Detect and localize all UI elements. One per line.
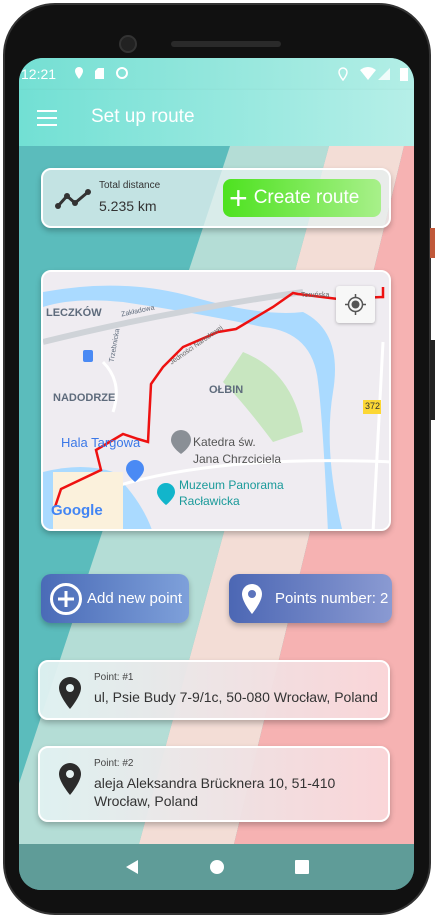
map-poi-label[interactable]: Hala Targowa	[61, 435, 140, 450]
point-address: ul, Psie Budy 7-9/1c, 50-080 Wrocław, Po…	[94, 689, 378, 705]
point-card[interactable]: Point: #2 aleja Aleksandra Brücknera 10,…	[38, 746, 390, 822]
plus-icon: +	[229, 180, 248, 216]
distance-card: Total distance 5.235 km + Create route	[41, 168, 391, 228]
point-label: Point: #2	[94, 758, 134, 769]
road-badge: 372	[365, 401, 381, 411]
map-poi-label[interactable]: Muzeum Panorama	[179, 478, 284, 492]
system-nav-bar	[19, 844, 414, 890]
side-button	[430, 228, 435, 258]
status-icons	[75, 67, 128, 79]
map-label: LECZKÓW	[46, 307, 102, 319]
app-bar: Set up route	[19, 90, 414, 146]
map-poi-label[interactable]: Racławicka	[179, 494, 240, 508]
location-pin-icon	[242, 583, 262, 614]
plus-circle-icon	[50, 582, 82, 615]
map-poi-label[interactable]: Jana Chrzciciela	[193, 452, 281, 466]
point-address: aleja Aleksandra Brücknera 10, 51-410 Wr…	[94, 775, 336, 809]
camera	[119, 35, 137, 53]
status-right-icons	[338, 67, 408, 81]
location-pin-icon	[59, 763, 81, 795]
route-icon	[55, 189, 91, 209]
add-new-point-label: Add new point	[87, 590, 183, 607]
create-route-label: Create route	[253, 187, 360, 208]
create-route-button[interactable]: + Create route	[223, 179, 381, 217]
map-poi-label[interactable]: Katedra św.	[193, 435, 256, 449]
map-label: Toruńska	[301, 292, 330, 299]
speaker	[171, 41, 281, 47]
menu-icon[interactable]	[37, 110, 57, 126]
points-number-label: Points number: 2	[275, 590, 389, 607]
points-number-button[interactable]: Points number: 2	[229, 574, 392, 623]
total-distance-label: Total distance	[99, 180, 161, 191]
total-distance-value: 5.235 km	[99, 198, 157, 214]
home-icon[interactable]	[209, 859, 225, 875]
crosshair-icon	[345, 294, 366, 315]
location-pin-icon	[59, 677, 81, 709]
my-location-button[interactable]	[336, 286, 375, 323]
page-title: Set up route	[91, 106, 195, 127]
map-label: OŁBIN	[209, 384, 244, 396]
recents-icon[interactable]	[294, 859, 310, 875]
map-label: NADODRZE	[53, 392, 116, 404]
screen: 12:21 Set up route Total distance 5.235 …	[19, 58, 414, 890]
map-view[interactable]: LECZKÓW Zakładowa Trzebnicka NADODRZE OŁ…	[41, 270, 391, 531]
back-icon[interactable]	[124, 859, 140, 875]
add-new-point-button[interactable]: Add new point	[41, 574, 189, 623]
google-logo: Google	[51, 502, 103, 519]
point-card[interactable]: Point: #1 ul, Psie Budy 7-9/1c, 50-080 W…	[38, 660, 390, 720]
point-label: Point: #1	[94, 672, 134, 683]
content: Total distance 5.235 km + Create route L…	[19, 146, 414, 844]
status-time: 12:21	[21, 66, 57, 82]
side-button	[430, 340, 435, 420]
status-bar: 12:21	[19, 58, 414, 90]
